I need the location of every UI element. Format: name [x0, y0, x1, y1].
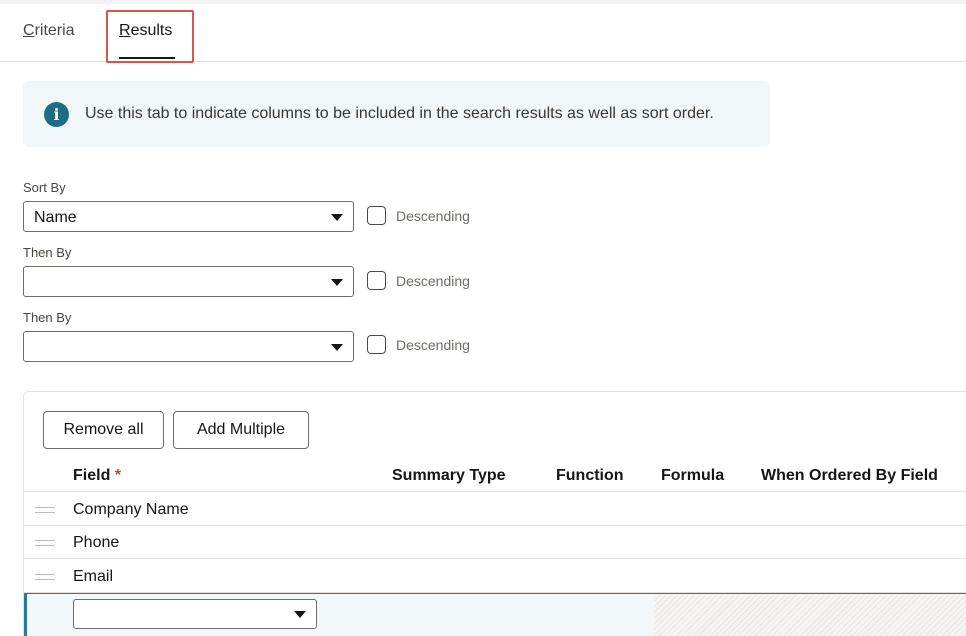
then-by-1-descending-checkbox[interactable] — [367, 271, 386, 290]
then-by-2-descending-label: Descending — [396, 337, 470, 353]
chevron-down-icon — [331, 279, 343, 286]
column-header-summary-type: Summary Type — [392, 467, 506, 484]
drag-handle-icon[interactable] — [35, 507, 55, 513]
tab-criteria[interactable]: Criteria — [23, 22, 75, 40]
remove-all-button[interactable]: Remove all — [43, 411, 164, 449]
sort-by-descending-checkbox[interactable] — [367, 206, 386, 225]
row-field-value: Phone — [73, 534, 120, 551]
drag-handle-icon[interactable] — [35, 540, 55, 546]
sort-by-descending-label: Descending — [396, 208, 470, 224]
then-by-1-descending-label: Descending — [396, 273, 470, 289]
drag-handle-icon[interactable] — [35, 574, 55, 580]
then-by-2-select[interactable] — [23, 331, 354, 362]
row-field-value: Company Name — [73, 501, 189, 518]
info-banner: i Use this tab to indicate columns to be… — [23, 81, 770, 147]
table-row[interactable]: Company Name — [24, 492, 966, 526]
tab-criteria-label: riteria — [34, 22, 75, 39]
tab-criteria-accel: C — [23, 22, 35, 39]
chevron-down-icon — [331, 344, 343, 351]
new-field-select[interactable] — [73, 599, 317, 629]
then-by-2-descending-checkbox[interactable] — [367, 335, 386, 354]
info-icon: i — [44, 102, 69, 127]
table-row[interactable]: Email — [24, 559, 966, 593]
then-by-2-label: Then By — [23, 310, 72, 325]
new-row-editor — [24, 593, 966, 636]
add-multiple-button[interactable]: Add Multiple — [173, 411, 309, 449]
column-header-function: Function — [556, 467, 624, 484]
column-header-field: Field * — [73, 467, 121, 485]
tab-highlight-box — [106, 10, 194, 63]
column-header-formula: Formula — [661, 467, 725, 484]
table-row[interactable]: Phone — [24, 525, 966, 559]
required-asterisk: * — [114, 467, 122, 484]
then-by-1-label: Then By — [23, 245, 72, 260]
disabled-cells-area — [654, 595, 966, 636]
info-text: Use this tab to indicate columns to be i… — [85, 105, 714, 122]
field-header-label: Field — [73, 467, 111, 484]
chevron-down-icon — [331, 214, 343, 221]
sort-by-select[interactable]: Name — [23, 201, 354, 232]
then-by-1-select[interactable] — [23, 266, 354, 297]
sort-by-label: Sort By — [23, 180, 66, 195]
column-header-when-ordered-by: When Ordered By Field — [761, 467, 938, 484]
chevron-down-icon — [294, 611, 306, 618]
row-field-value: Email — [73, 568, 114, 585]
sort-by-value: Name — [34, 209, 77, 226]
